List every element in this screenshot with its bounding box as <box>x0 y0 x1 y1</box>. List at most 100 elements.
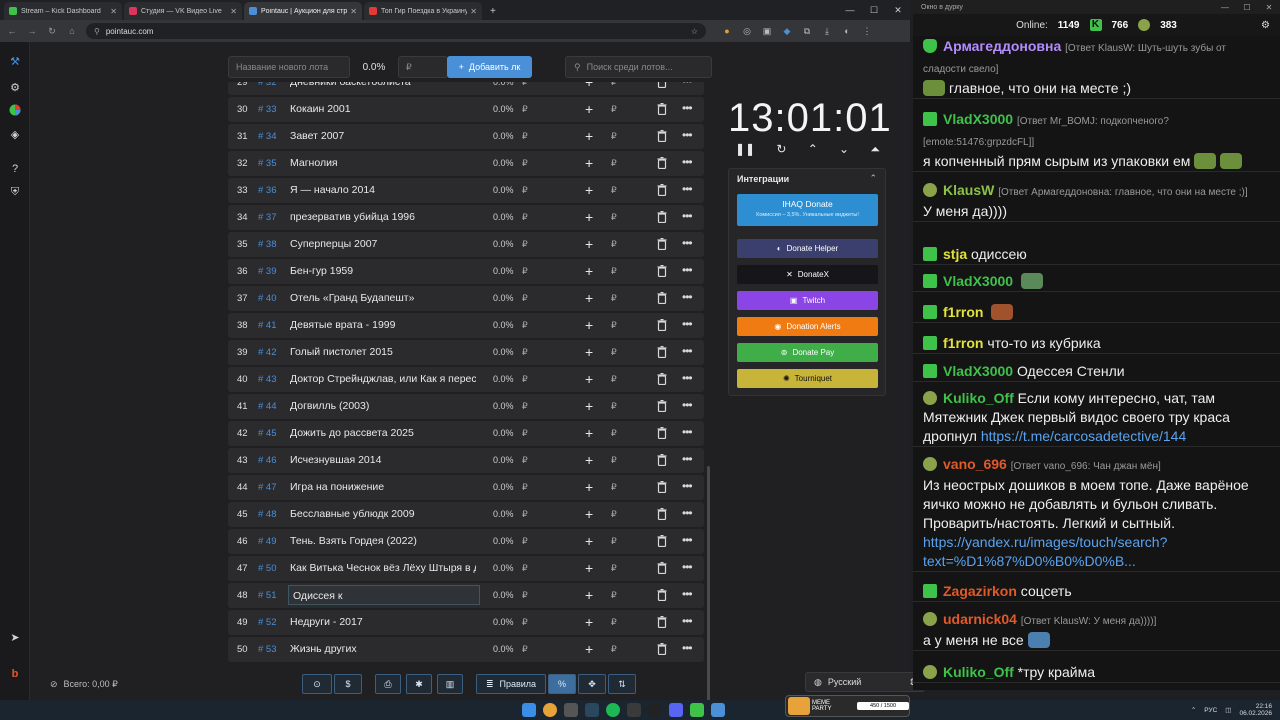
auction-hammer-icon[interactable]: ⚒ <box>8 54 22 68</box>
trash-icon[interactable] <box>657 211 667 223</box>
add-lot-button[interactable]: + Добавить лк <box>447 56 532 78</box>
chat-username[interactable]: Zagazirkon <box>943 583 1017 599</box>
windows-start-icon[interactable] <box>522 703 536 717</box>
lot-name-input[interactable]: Догвилль (2003) <box>290 400 476 412</box>
more-options-icon[interactable]: ••• <box>682 641 693 655</box>
maximize-icon[interactable]: ☐ <box>862 5 886 20</box>
trash-icon[interactable] <box>657 400 667 412</box>
rules-button[interactable]: ≣ Правила <box>476 674 546 694</box>
app-icon[interactable] <box>669 703 683 717</box>
lot-name-input[interactable]: Игра на понижение <box>290 481 476 493</box>
trash-icon[interactable] <box>657 265 667 277</box>
download-icon[interactable]: ⤓ <box>822 26 832 37</box>
bookmark-star-icon[interactable]: ☆ <box>691 27 698 36</box>
wheel-pie-icon[interactable] <box>8 103 22 117</box>
lot-amount-field[interactable]: ₽ <box>522 482 528 493</box>
lot-name-input[interactable]: Девятые врата - 1999 <box>290 319 476 331</box>
clock[interactable]: 22:16 06.02.2026 <box>1239 703 1272 717</box>
lot-amount-field[interactable]: ₽ <box>522 212 528 223</box>
extra-amount-field[interactable]: ₽ <box>611 563 617 574</box>
lot-amount-field[interactable]: ₽ <box>522 266 528 277</box>
language-select[interactable]: ◍Русский⇕ <box>805 672 925 692</box>
reload-icon[interactable]: ↻ <box>46 26 58 37</box>
settings-gear-icon[interactable]: ⚙ <box>1261 20 1270 31</box>
add-amount-icon[interactable]: + <box>585 317 593 333</box>
app-icon[interactable] <box>627 703 641 717</box>
trash-icon[interactable] <box>657 292 667 304</box>
chat-username[interactable]: VladX3000 <box>943 363 1013 379</box>
home-icon[interactable]: ⌂ <box>66 26 78 36</box>
lot-name-input[interactable]: Дожить до рассвета 2025 <box>290 427 476 439</box>
boosty-icon[interactable]: b <box>8 667 22 681</box>
more-options-icon[interactable]: ••• <box>682 155 693 169</box>
minimize-icon[interactable]: — <box>1214 3 1236 12</box>
close-tab-icon[interactable]: ✕ <box>470 7 477 16</box>
add-amount-icon[interactable]: + <box>585 236 593 252</box>
lot-amount-field[interactable]: ₽ <box>522 617 528 628</box>
app-icon[interactable] <box>711 703 725 717</box>
percent-toggle[interactable]: % <box>548 674 576 694</box>
lot-amount-field[interactable]: ₽ <box>522 347 528 358</box>
tab-pointauc[interactable]: Pointauc | Аукцион для стрим ✕ <box>244 2 362 20</box>
add-amount-icon[interactable]: + <box>585 506 593 522</box>
save-button[interactable]: ⎙ <box>375 674 401 694</box>
trash-icon[interactable] <box>657 157 667 169</box>
more-options-icon[interactable]: ••• <box>682 425 693 439</box>
more-options-icon[interactable]: ••• <box>682 587 693 601</box>
add-time-icon[interactable]: ⌃ <box>808 142 818 157</box>
url-field[interactable]: ⚲ pointauc.com ☆ <box>86 23 706 39</box>
extension-icon[interactable]: ▣ <box>762 26 772 37</box>
reset-timer-icon[interactable]: ↻ <box>776 142 786 157</box>
app-icon[interactable] <box>690 703 704 717</box>
add-amount-icon[interactable]: + <box>585 587 593 603</box>
forward-icon[interactable]: → <box>26 26 38 36</box>
donate-helper-button[interactable]: ◐ Donate Helper <box>737 239 878 258</box>
trash-icon[interactable] <box>657 589 667 601</box>
lot-name-input[interactable]: Доктор Стрейнджлав, или Как я перестал б… <box>290 373 476 385</box>
tray-expand-icon[interactable]: ⌃ <box>1191 706 1196 714</box>
more-options-icon[interactable]: ••• <box>682 479 693 493</box>
chat-username[interactable]: KlausW <box>943 182 994 198</box>
lot-name-input[interactable]: Суперперцы 2007 <box>290 238 476 250</box>
lot-name-input[interactable]: Исчезнувшая 2014 <box>290 454 476 466</box>
lot-amount-field[interactable]: ₽ <box>522 536 528 547</box>
lot-name-input[interactable]: презерватив убийца 1996 <box>290 211 476 223</box>
steam-icon[interactable] <box>585 703 599 717</box>
menu-icon[interactable]: ⋮ <box>862 26 872 37</box>
trash-icon[interactable] <box>657 481 667 493</box>
layers-icon[interactable]: ◈ <box>8 127 22 141</box>
more-options-icon[interactable]: ••• <box>682 506 693 520</box>
lot-amount-field[interactable]: ₽ <box>522 428 528 439</box>
profile-icon[interactable]: ◐ <box>842 26 852 37</box>
new-lot-amount-input[interactable]: ₽ <box>398 56 448 78</box>
more-options-icon[interactable]: ••• <box>682 533 693 547</box>
extra-amount-field[interactable]: ₽ <box>611 455 617 466</box>
back-icon[interactable]: ← <box>6 26 18 36</box>
chat-username[interactable]: Kuliko_Off <box>943 664 1014 680</box>
trash-icon[interactable] <box>657 238 667 250</box>
minimize-icon[interactable]: — <box>838 5 862 20</box>
lot-amount-field[interactable]: ₽ <box>522 509 528 520</box>
trash-icon[interactable] <box>657 82 667 88</box>
add-amount-icon[interactable]: + <box>585 533 593 549</box>
more-options-icon[interactable]: ••• <box>682 560 693 574</box>
add-amount-icon[interactable]: + <box>585 452 593 468</box>
currency-button[interactable]: $ <box>334 674 362 694</box>
add-amount-icon[interactable]: + <box>585 209 593 225</box>
help-icon[interactable]: ? <box>8 162 22 176</box>
add-amount-icon[interactable]: + <box>585 479 593 495</box>
trash-icon[interactable] <box>657 346 667 358</box>
chat-username[interactable]: f1rron <box>943 335 983 351</box>
lot-amount-field[interactable]: ₽ <box>522 374 528 385</box>
lot-name-input[interactable]: Кокаин 2001 <box>290 103 476 115</box>
obs-icon[interactable] <box>648 703 662 717</box>
new-tab-icon[interactable]: + <box>484 6 502 20</box>
more-options-icon[interactable]: ••• <box>682 614 693 628</box>
trash-icon[interactable] <box>657 427 667 439</box>
extra-amount-field[interactable]: ₽ <box>611 104 617 115</box>
lot-search-input[interactable]: ⚲ Поиск среди лотов... <box>565 56 712 78</box>
add-amount-icon[interactable]: + <box>585 263 593 279</box>
extension-icon[interactable]: ◎ <box>742 26 752 37</box>
extra-amount-field[interactable]: ₽ <box>611 158 617 169</box>
add-amount-icon[interactable]: + <box>585 344 593 360</box>
